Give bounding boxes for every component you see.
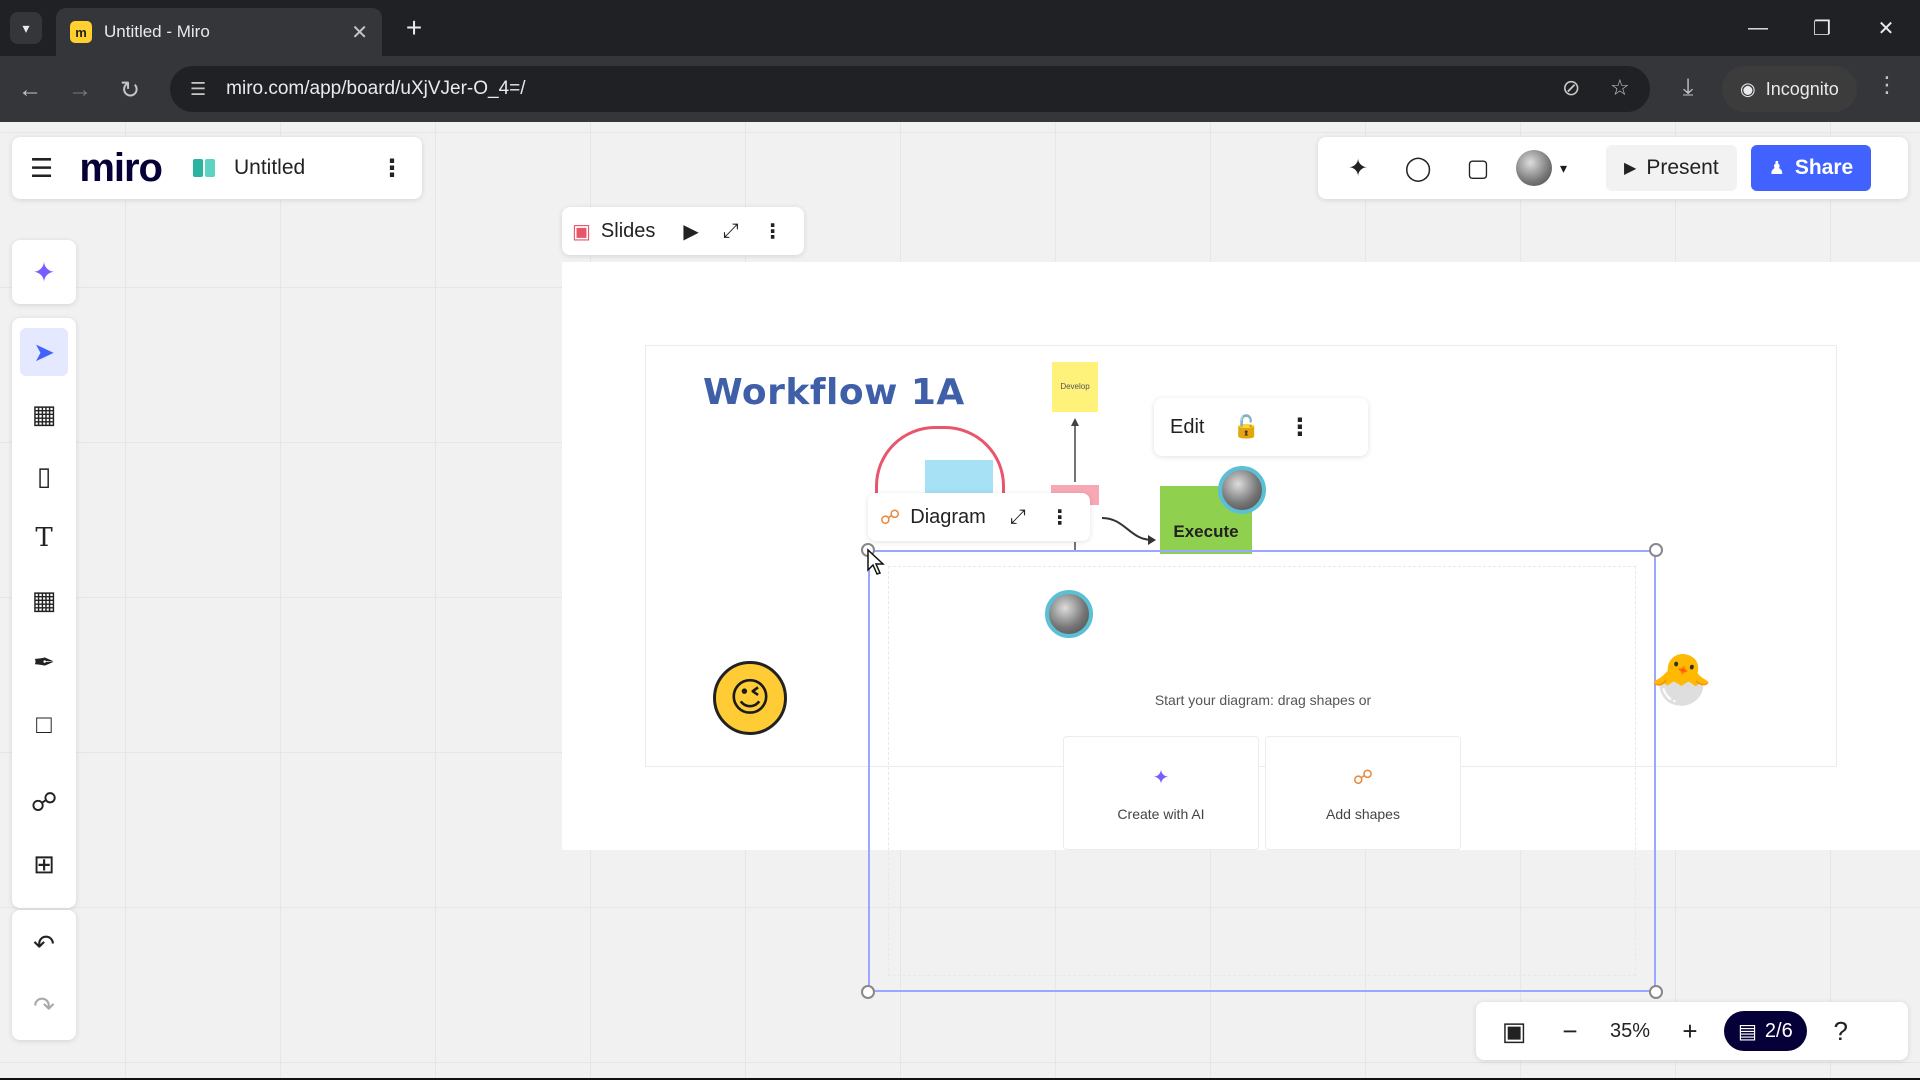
- fit-to-screen-icon[interactable]: ▣: [1486, 1009, 1542, 1053]
- redo-icon[interactable]: ↷: [20, 982, 68, 1030]
- sticky-note-text: Develop: [1060, 382, 1090, 391]
- edit-button[interactable]: Edit: [1170, 416, 1204, 439]
- collaborator-cursor-avatar: [1218, 466, 1266, 514]
- ai-toolbar: ✦: [12, 240, 76, 304]
- zoom-level[interactable]: 35%: [1598, 1020, 1662, 1043]
- edit-context-toolbar: Edit 🔓 ⋮: [1154, 398, 1368, 456]
- slides-icon: ▣: [572, 220, 591, 243]
- video-call-icon[interactable]: ▢: [1448, 146, 1508, 190]
- pages-button[interactable]: ▤ 2/6: [1724, 1011, 1807, 1051]
- sticky-note-icon[interactable]: ▯: [20, 452, 68, 500]
- create-with-ai-card[interactable]: ✦ Create with AI: [1063, 736, 1259, 850]
- main-menu-icon[interactable]: ☰: [30, 153, 53, 184]
- ai-sparkle-icon[interactable]: ✦: [32, 256, 55, 289]
- select-tool-icon[interactable]: ➤: [20, 328, 68, 376]
- create-with-ai-label: Create with AI: [1117, 805, 1205, 822]
- diagram-toolbar: ☍ Diagram ⤢ ⋮: [868, 493, 1090, 541]
- diagram-area[interactable]: [888, 566, 1636, 976]
- collaborator-avatar: [1045, 590, 1093, 638]
- sticky-note[interactable]: Develop: [1052, 362, 1098, 412]
- creation-toolbar: ➤ ▦ ▯ T ▦ ✒ □ ☍ ⊞: [12, 318, 76, 908]
- share-button[interactable]: ♟ Share: [1750, 145, 1872, 191]
- shapes-tool-icon[interactable]: ▦: [20, 576, 68, 624]
- play-icon: ▶: [1624, 160, 1637, 177]
- resize-handle-bottom-right[interactable]: [1649, 985, 1663, 999]
- slides-toolbar: ▣ Slides ▶ ⤢ ⋮: [562, 207, 804, 255]
- text-tool-icon[interactable]: T: [20, 514, 68, 562]
- board-more-icon[interactable]: ⋮: [380, 154, 404, 183]
- zoom-out-icon[interactable]: −: [1542, 1009, 1598, 1053]
- comments-icon[interactable]: ◯: [1388, 146, 1448, 190]
- zoom-toolbar: ▣ − 35% + ▤ 2/6 ?: [1476, 1002, 1908, 1060]
- board-title[interactable]: Untitled: [234, 156, 380, 180]
- play-icon[interactable]: ▶: [683, 219, 698, 244]
- miro-logo[interactable]: miro: [79, 148, 163, 188]
- unlock-icon[interactable]: 🔓: [1232, 414, 1259, 440]
- reactions-icon[interactable]: ✦: [1328, 146, 1388, 190]
- character-sticker[interactable]: 🐣: [1650, 650, 1740, 750]
- slides-more-icon[interactable]: ⋮: [763, 219, 783, 244]
- gift-icon: ▤: [1738, 1020, 1757, 1043]
- wink-emoji-sticker[interactable]: 😉: [713, 661, 787, 735]
- pen-tool-icon[interactable]: ✒: [20, 638, 68, 686]
- diagram-tool-icon[interactable]: ☍: [20, 778, 68, 826]
- expand-icon[interactable]: ⤢: [1010, 506, 1026, 529]
- diagram-icon: ☍: [880, 506, 901, 529]
- execute-label: Execute: [1173, 522, 1239, 541]
- more-options-icon[interactable]: ⋮: [1288, 413, 1312, 442]
- resize-handle-top-right[interactable]: [1649, 543, 1663, 557]
- frame-tool-icon[interactable]: □: [20, 700, 68, 748]
- add-shapes-label: Add shapes: [1326, 805, 1400, 822]
- present-button[interactable]: ▶ Present: [1606, 145, 1737, 191]
- fullscreen-icon[interactable]: ⤢: [723, 220, 739, 243]
- share-user-icon: ♟: [1768, 157, 1785, 178]
- templates-icon[interactable]: ▦: [20, 390, 68, 438]
- mouse-cursor-icon: [867, 548, 885, 575]
- undo-icon[interactable]: ↶: [20, 920, 68, 968]
- help-icon[interactable]: ?: [1813, 1009, 1869, 1053]
- pages-count: 2/6: [1764, 1019, 1793, 1042]
- shapes-icon: ☍: [1352, 766, 1374, 789]
- ai-sparkle-icon: ✦: [1152, 766, 1170, 789]
- resize-handle-bottom-left[interactable]: [861, 985, 875, 999]
- diagram-label[interactable]: Diagram: [910, 506, 986, 529]
- diagram-prompt: Start your diagram: drag shapes or: [1154, 692, 1372, 708]
- board-header: ☰ miro Untitled ⋮: [12, 137, 422, 199]
- share-label: Share: [1794, 156, 1854, 179]
- add-more-icon[interactable]: ⊞: [20, 840, 68, 888]
- history-toolbar: ↶ ↷: [12, 910, 76, 1040]
- slides-button[interactable]: Slides: [601, 220, 655, 243]
- user-avatar: [1516, 150, 1552, 186]
- user-avatar-menu[interactable]: ▾: [1508, 150, 1598, 186]
- zoom-in-icon[interactable]: +: [1662, 1009, 1718, 1053]
- collaboration-toolbar: ✦ ◯ ▢ ▾ ▶ Present ♟ Share: [1318, 137, 1908, 199]
- chevron-down-icon: ▾: [1560, 159, 1568, 176]
- add-shapes-card[interactable]: ☍ Add shapes: [1265, 736, 1461, 850]
- diagram-more-icon[interactable]: ⋮: [1050, 505, 1070, 530]
- board-icon: [193, 159, 215, 177]
- present-label: Present: [1646, 156, 1719, 179]
